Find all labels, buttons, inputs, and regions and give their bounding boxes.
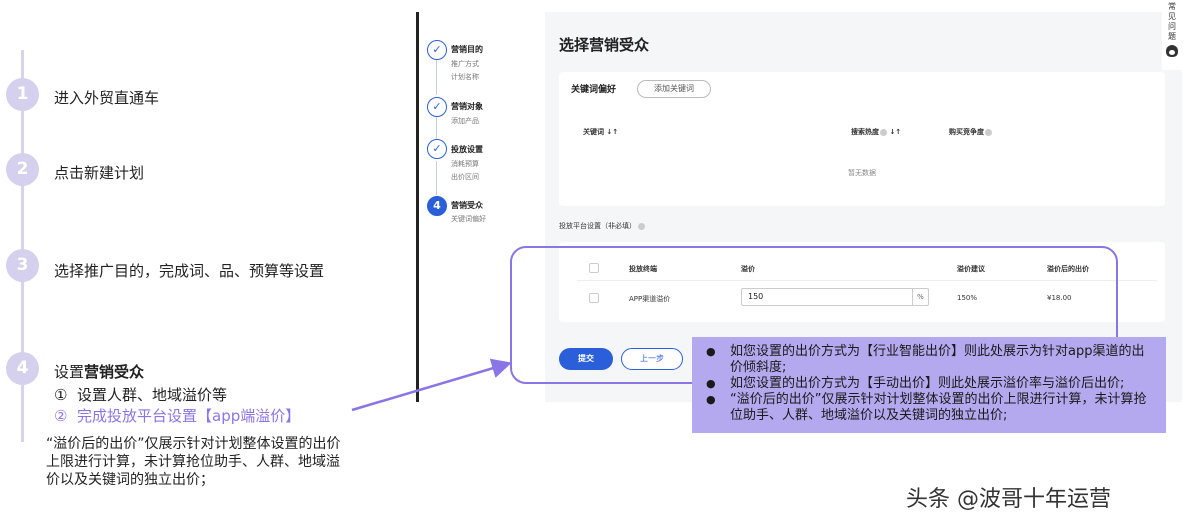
competition-column-header: 购买竞争度 bbox=[949, 127, 992, 137]
wizard-step-sub: 计划名称 bbox=[451, 73, 479, 81]
platform-settings-text: 投放平台设置（非必填） bbox=[559, 222, 636, 230]
wizard-step-title[interactable]: 营销目的 bbox=[451, 44, 483, 55]
faq-widget[interactable]: 常 见 问 题 bbox=[1162, 0, 1182, 70]
wizard-step-sub: 推广方式 bbox=[451, 60, 479, 68]
explanation-tooltip: ● 如您设置的出价方式为【行业智能出价】则此处展示为针对app渠道的出价倾斜度; … bbox=[692, 337, 1166, 433]
step-3-number: 3 bbox=[6, 249, 39, 282]
step-4-item-2-text: 完成投放平台设置【app端溢价】 bbox=[77, 407, 301, 425]
tooltip-item-text: “溢价后的出价”仅展示针对计划整体设置的出价上限进行计算，未计算抢位助手、人群、… bbox=[730, 392, 1147, 423]
wizard-step-title[interactable]: 营销受众 bbox=[451, 200, 483, 211]
tooltip-item: ● “溢价后的出价”仅展示针对计划整体设置的出价上限进行计算，未计算抢位助手、人群… bbox=[706, 392, 1156, 424]
wizard-step-sub: 关键词偏好 bbox=[451, 215, 486, 223]
check-icon: ✓ bbox=[427, 97, 447, 117]
check-icon: ✓ bbox=[427, 139, 447, 159]
step-1-number: 1 bbox=[6, 78, 39, 111]
bullet-icon: ● bbox=[706, 377, 716, 390]
step-4-item-2-marker: ② bbox=[54, 407, 68, 425]
bullet-icon: ● bbox=[706, 345, 716, 358]
competition-label: 购买竞争度 bbox=[949, 128, 984, 136]
step-4-label: 设置营销受众 bbox=[54, 361, 144, 382]
bullet-icon: ● bbox=[706, 393, 716, 406]
faq-line: 问 bbox=[1168, 22, 1176, 31]
step-2-label: 点击新建计划 bbox=[54, 164, 145, 182]
note-text: “溢价后的出价”仅展示针对计划整体设置的出价上限进行计算，未计算抢位助手、人群、… bbox=[46, 436, 341, 488]
wizard-step-title[interactable]: 营销对象 bbox=[451, 101, 483, 112]
tooltip-item-text: 如您设置的出价方式为【手动出价】则此处展示溢价率与溢价后出价; bbox=[730, 376, 1125, 391]
step-4-item-1-marker: ① bbox=[54, 386, 68, 404]
tooltip-item: ● 如您设置的出价方式为【行业智能出价】则此处展示为针对app渠道的出价倾斜度; bbox=[706, 344, 1156, 376]
step-4-item-2: ② 完成投放平台设置【app端溢价】 bbox=[54, 405, 300, 426]
step-4-label-prefix: 设置 bbox=[54, 363, 85, 381]
step-4-number: 4 bbox=[6, 352, 39, 385]
wizard-step-title[interactable]: 投放设置 bbox=[451, 144, 483, 155]
step-4-item-1: ① 设置人群、地域溢价等 bbox=[54, 384, 227, 405]
wizard-step-sub: 消耗预算 bbox=[451, 160, 479, 168]
step-2-number: 2 bbox=[6, 153, 39, 186]
step-3-label: 选择推广目的，完成词、品、预算等设置 bbox=[54, 262, 325, 280]
search-heat-label: 搜索热度 bbox=[851, 128, 879, 136]
wizard-step-number: 4 bbox=[427, 196, 447, 216]
wizard-connector bbox=[436, 57, 437, 95]
step-4-item-1-text: 设置人群、地域溢价等 bbox=[77, 386, 228, 404]
keyword-card: 关键词偏好 添加关键词 关键词 ↓↑ 搜索热度 ↓↑ 购买竞争度 暂无数据 bbox=[559, 72, 1165, 206]
keyword-column-header[interactable]: 关键词 ↓↑ bbox=[583, 127, 618, 137]
faq-line: 题 bbox=[1168, 32, 1176, 41]
page-title: 选择营销受众 bbox=[559, 36, 650, 54]
watermark: 头条 @波哥十年运营 bbox=[906, 487, 1111, 512]
faq-line: 常 bbox=[1168, 2, 1176, 11]
help-icon bbox=[638, 222, 646, 230]
platform-settings-label: 投放平台设置（非必填） bbox=[559, 221, 646, 231]
search-heat-column-header[interactable]: 搜索热度 ↓↑ bbox=[851, 127, 901, 137]
add-keyword-button[interactable]: 添加关键词 bbox=[637, 80, 711, 98]
wizard-step-sub: 出价区间 bbox=[451, 173, 479, 181]
wizard-connector bbox=[436, 117, 437, 139]
step-1-label: 进入外贸直通车 bbox=[54, 89, 160, 107]
faq-line: 见 bbox=[1168, 12, 1176, 21]
sort-icon: ↓↑ bbox=[889, 128, 902, 136]
tooltip-item-text: 如您设置的出价方式为【行业智能出价】则此处展示为针对app渠道的出价倾斜度; bbox=[730, 344, 1145, 375]
wizard-step-sub: 添加产品 bbox=[451, 117, 479, 125]
help-icon bbox=[880, 128, 887, 136]
tooltip-item: ● 如您设置的出价方式为【手动出价】则此处展示溢价率与溢价后出价; bbox=[706, 376, 1156, 392]
wizard-connector bbox=[436, 161, 437, 195]
help-icon bbox=[985, 128, 992, 136]
mascot-icon bbox=[1166, 45, 1178, 57]
no-data-text: 暂无数据 bbox=[848, 169, 876, 177]
keyword-preference-label: 关键词偏好 bbox=[571, 85, 617, 95]
step-4-label-bold: 营销受众 bbox=[84, 363, 145, 381]
check-icon: ✓ bbox=[427, 40, 447, 60]
